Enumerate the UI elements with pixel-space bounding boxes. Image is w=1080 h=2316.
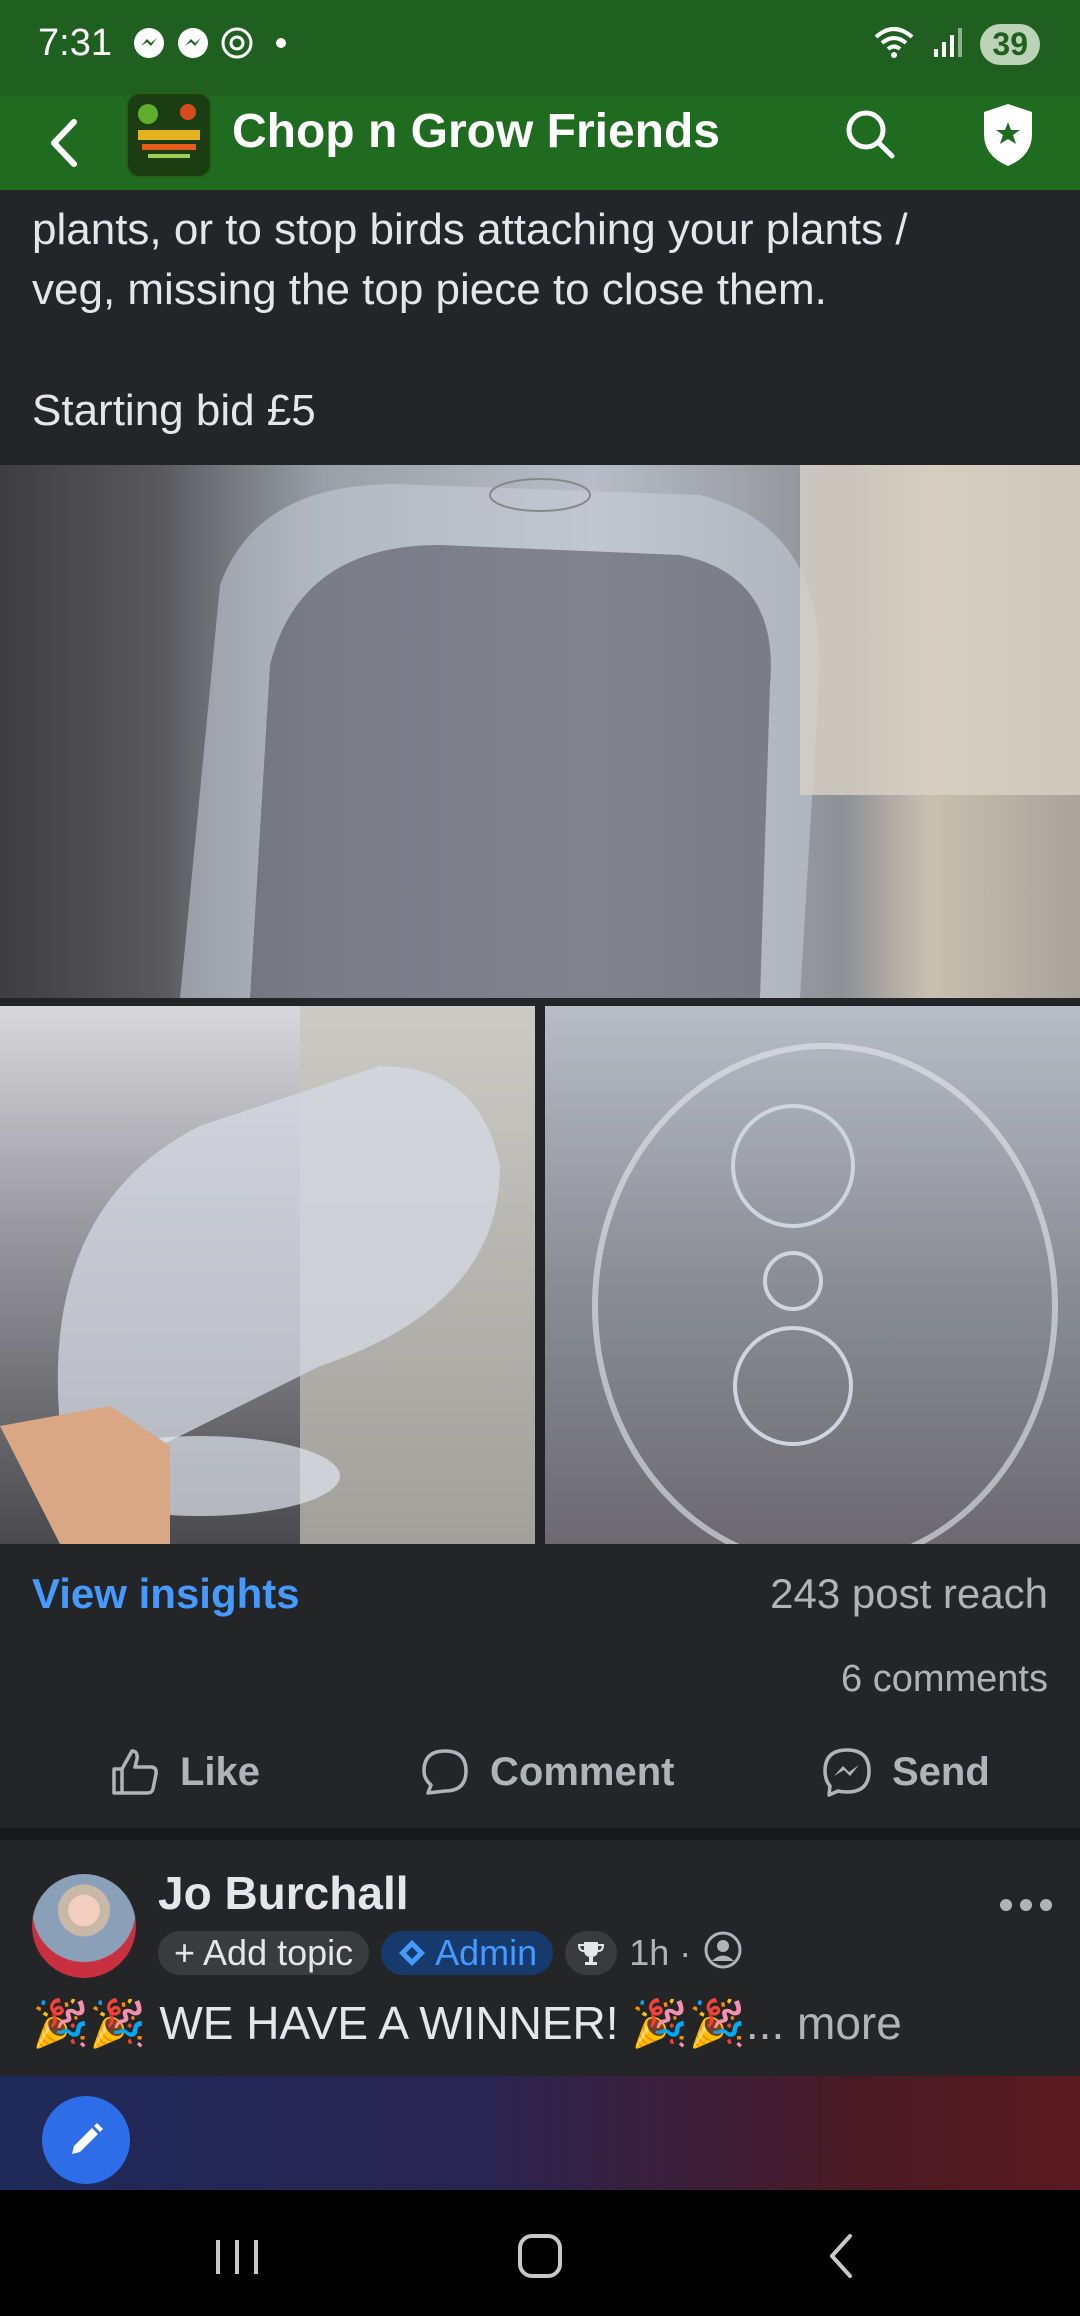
starting-bid: Starting bid £5 xyxy=(32,386,316,435)
messenger-icon xyxy=(176,26,210,60)
party-popper-icon: 🎉🎉 xyxy=(631,1997,746,2049)
post-body: plants, or to stop birds attaching your … xyxy=(32,200,1042,320)
post-photo-main[interactable] xyxy=(0,465,1080,998)
plastic-dome-image xyxy=(180,465,1080,998)
thumbs-up-icon xyxy=(112,1749,158,1795)
post-text-line: plants, or to stop birds attaching your … xyxy=(32,205,908,254)
composer-band xyxy=(0,2076,1080,2190)
send-label: Send xyxy=(892,1749,990,1794)
comment-label: Comment xyxy=(490,1749,675,1794)
system-back-button[interactable] xyxy=(808,2226,878,2286)
wifi-icon xyxy=(874,25,914,64)
home-button[interactable] xyxy=(505,2226,575,2286)
group-logo-icon xyxy=(128,94,210,176)
admin-badge-label: Admin xyxy=(435,1931,538,1973)
post-meta-row: + Add topic Admin 1h · xyxy=(158,1930,743,1975)
plastic-cloche-image xyxy=(0,1006,535,1544)
trophy-badge[interactable] xyxy=(565,1930,618,1975)
comment-icon xyxy=(422,1749,468,1795)
post-photo-left[interactable] xyxy=(0,1006,535,1544)
like-button[interactable]: Like xyxy=(108,1738,260,1806)
admin-shield-icon xyxy=(984,104,1032,166)
back-button[interactable] xyxy=(36,108,96,178)
threads-icon xyxy=(220,26,254,60)
view-insights-link[interactable]: View insights xyxy=(32,1570,300,1618)
nav-back-icon xyxy=(830,2234,852,2278)
search-icon xyxy=(846,110,895,159)
comment-button[interactable]: Comment xyxy=(418,1738,674,1806)
messenger-send-icon xyxy=(823,1748,871,1797)
status-right: 39 xyxy=(874,24,1040,65)
cloche-top-holes-image xyxy=(592,1043,1058,1544)
group-title[interactable]: Chop n Grow Friends xyxy=(232,104,720,159)
search-button[interactable] xyxy=(838,102,902,166)
comments-count[interactable]: 6 comments xyxy=(841,1658,1048,1701)
audience-icon[interactable] xyxy=(703,1930,743,1975)
post-text-line: veg, missing the top piece to close them… xyxy=(32,265,827,314)
notification-icons xyxy=(132,26,298,60)
trophy-icon xyxy=(578,1941,605,1965)
author-avatar[interactable] xyxy=(32,1874,136,1978)
admin-badge-icon xyxy=(399,1939,426,1966)
compose-post-button[interactable] xyxy=(42,2096,130,2184)
messenger-icon xyxy=(132,26,166,60)
pencil-icon xyxy=(72,2123,103,2154)
home-icon xyxy=(518,2234,562,2278)
status-bar: 7:31 39 xyxy=(0,0,1080,96)
status-time: 7:31 xyxy=(38,22,112,64)
add-topic-chip[interactable]: + Add topic xyxy=(158,1930,370,1975)
post-divider xyxy=(0,1828,1080,1840)
more-options-button[interactable] xyxy=(998,1872,1054,1927)
next-post-preview[interactable]: 🎉🎉 WE HAVE A WINNER! 🎉🎉... more xyxy=(32,1996,902,2051)
author-name[interactable]: Jo Burchall xyxy=(158,1866,409,1920)
send-button[interactable]: Send xyxy=(820,1738,990,1806)
signal-icon xyxy=(932,25,963,64)
dot-icon xyxy=(264,26,298,60)
recents-icon xyxy=(216,2240,258,2274)
post-time: 1h · xyxy=(629,1931,692,1973)
more-dots-icon xyxy=(1000,1899,1052,1911)
see-more-link[interactable]: ... more xyxy=(746,1997,902,2049)
admin-badge[interactable]: Admin xyxy=(381,1930,554,1975)
recent-apps-button[interactable] xyxy=(202,2226,272,2286)
post-photo-right[interactable] xyxy=(545,1006,1080,1544)
post-reach: 243 post reach xyxy=(770,1570,1048,1617)
winner-message: WE HAVE A WINNER! xyxy=(159,1997,619,2049)
back-arrow-icon xyxy=(51,119,77,167)
battery-indicator: 39 xyxy=(980,24,1040,65)
like-label: Like xyxy=(180,1749,261,1794)
admin-tools-button[interactable] xyxy=(976,98,1040,170)
party-popper-icon: 🎉🎉 xyxy=(32,1997,147,2049)
group-avatar[interactable] xyxy=(126,92,212,178)
